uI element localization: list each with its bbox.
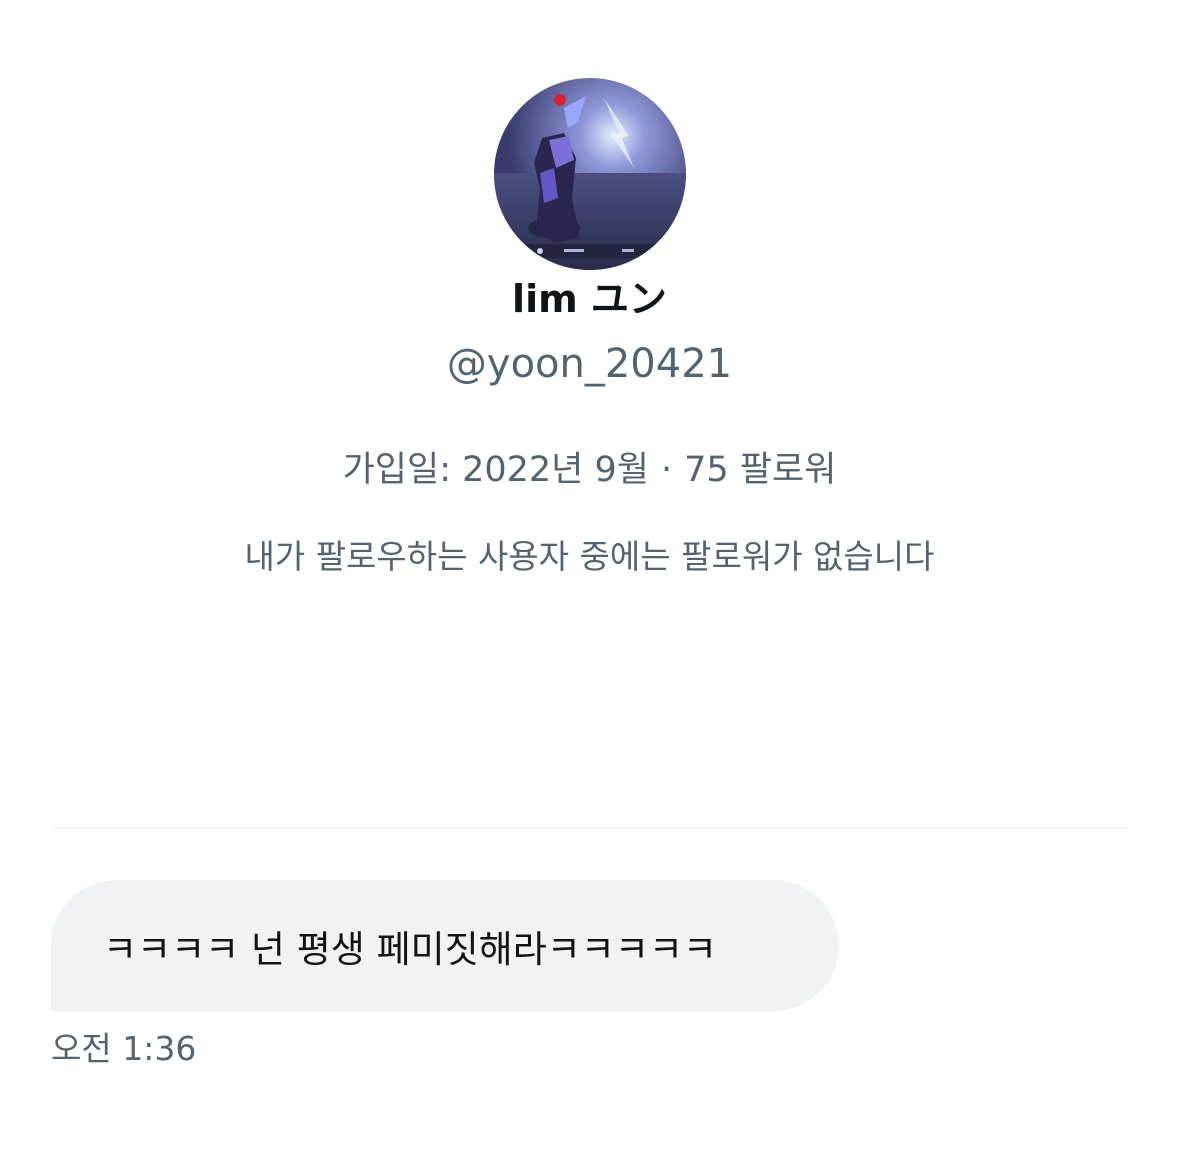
- message-timestamp: 오전 1:36: [51, 1029, 197, 1068]
- followers-count-link[interactable]: 75 팔로워: [684, 450, 836, 490]
- message-text: ㅋㅋㅋㅋ 넌 평생 페미짓해라ㅋㅋㅋㅋㅋ: [103, 927, 717, 971]
- meta-separator: ·: [660, 450, 673, 490]
- profile-header: lim ユン @yoon_20421 가입일: 2022년 9월 · 75 팔로워 …: [0, 0, 1179, 760]
- user-handle[interactable]: @yoon_20421: [0, 338, 1179, 390]
- avatar-image: [494, 78, 686, 270]
- section-divider: [52, 827, 1128, 829]
- profile-meta: 가입일: 2022년 9월 · 75 팔로워: [0, 446, 1179, 494]
- display-name[interactable]: lim ユン: [0, 274, 1179, 324]
- mutual-followers-note: 내가 팔로우하는 사용자 중에는 팔로워가 없습니다: [244, 537, 935, 576]
- joined-date: 가입일: 2022년 9월: [342, 450, 649, 490]
- profile-avatar[interactable]: [494, 78, 686, 270]
- message-bubble[interactable]: ㅋㅋㅋㅋ 넌 평생 페미짓해라ㅋㅋㅋㅋㅋ: [51, 880, 839, 1011]
